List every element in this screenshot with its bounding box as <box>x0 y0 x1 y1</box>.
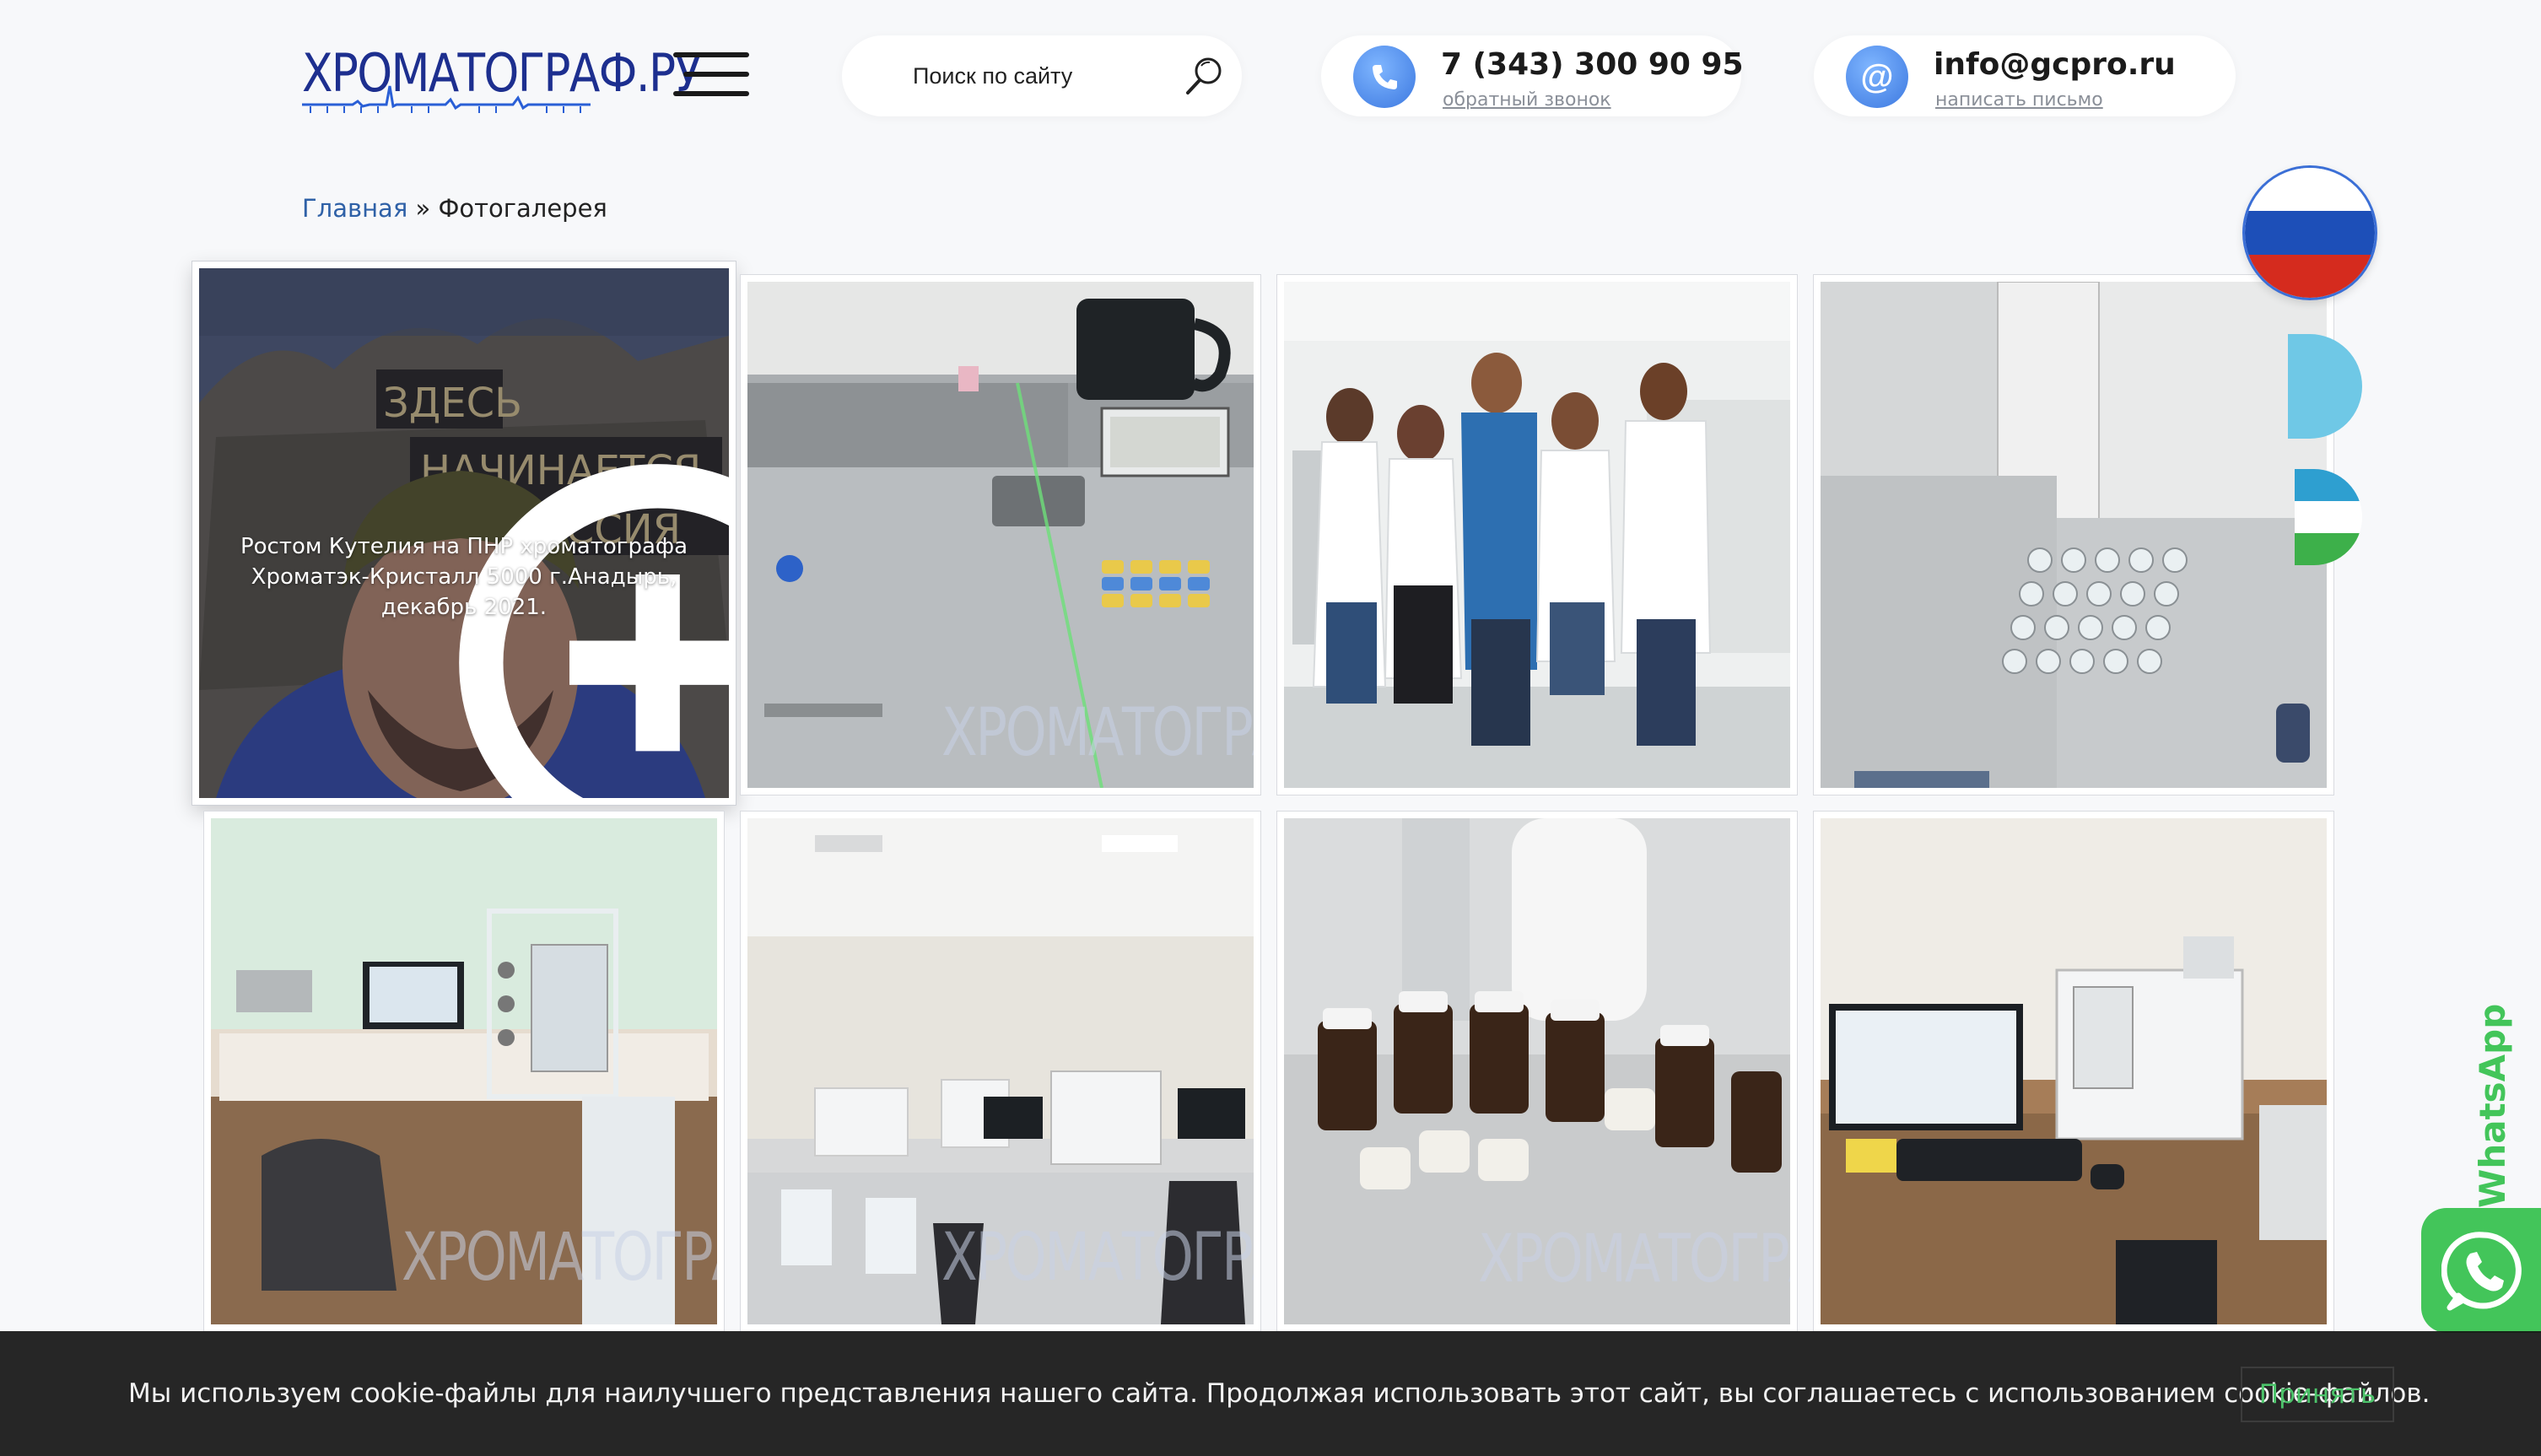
gallery-photo <box>1821 818 2327 1324</box>
gallery-item[interactable] <box>1814 812 2333 1331</box>
photo-caption: Ростом Кутелия на ПНР хроматографа Хрома… <box>240 534 688 620</box>
gallery-photo: ХРОМАТОГРАФ <box>747 282 1254 788</box>
hamburger-icon-line <box>683 72 749 77</box>
lang-ru-flag[interactable] <box>2242 165 2377 300</box>
whatsapp-button[interactable] <box>2421 1208 2541 1333</box>
phone-number[interactable]: 7 (343) 300 90 95 <box>1441 47 1744 82</box>
menu-button[interactable] <box>673 52 749 96</box>
gallery-photo: ХРОМАТОГРАФ <box>1284 818 1790 1324</box>
gallery-item[interactable] <box>1277 275 1797 795</box>
whatsapp-label-text: WhatsApp <box>2472 1003 2513 1208</box>
watermark: ХРОМАТОГРАФ <box>941 1220 1254 1296</box>
search-input[interactable] <box>913 59 1166 93</box>
cookie-banner: Мы используем cookie-файлы для наилучшег… <box>0 1331 2541 1456</box>
cookie-text: Мы используем cookie-файлы для наилучшег… <box>128 1378 2430 1409</box>
gallery-item[interactable]: ХРОМАТОГРАФ <box>741 812 1260 1331</box>
whatsapp-icon <box>2441 1232 2522 1311</box>
breadcrumb-current: Фотогалерея <box>438 194 607 223</box>
email-contact: @ info@gcpro.ru написать письмо <box>1814 35 2236 116</box>
lang-uz-flag[interactable] <box>2295 469 2362 565</box>
magnifier-icon[interactable] <box>1183 54 1227 98</box>
watermark: ХРОМАТОГРАФ <box>402 1220 717 1296</box>
gallery-photo: ХРОМАТОГРАФ <box>211 818 717 1324</box>
watermark: ХРОМАТОГРАФ <box>1478 1221 1790 1297</box>
phone-icon[interactable] <box>1353 46 1416 108</box>
breadcrumb: Главная » Фотогалерея <box>302 194 607 223</box>
gallery-photo: ХРОМАТОГРАФ <box>747 818 1254 1324</box>
lang-kz-flag[interactable] <box>2288 334 2362 439</box>
gallery-item[interactable]: ХРОМАТОГРАФ <box>1277 812 1797 1331</box>
gallery-photo <box>1284 282 1790 788</box>
hamburger-icon-line <box>673 91 749 96</box>
hamburger-icon <box>673 52 749 57</box>
logo-chromatogram-line-icon <box>302 85 591 113</box>
phone-contact: 7 (343) 300 90 95 обратный звонок <box>1321 35 1744 116</box>
whatsapp-label[interactable]: WhatsApp <box>2468 1004 2519 1208</box>
write-letter-link[interactable]: написать письмо <box>1935 89 2103 111</box>
at-icon[interactable]: @ <box>1846 46 1908 108</box>
gallery-item[interactable]: ЗДЕСЬ НАЧИНАЕТСЯ РОССИЯ Ростом Кутелия н… <box>192 262 736 805</box>
callback-link[interactable]: обратный звонок <box>1443 89 1611 111</box>
accept-cookies-button[interactable]: Принять <box>2241 1367 2394 1422</box>
breadcrumb-home-link[interactable]: Главная <box>302 194 407 223</box>
gallery-item[interactable]: ХРОМАТОГРАФ <box>204 812 724 1331</box>
gallery-photo <box>1821 282 2327 788</box>
site-logo[interactable]: ХРОМАТОГРАФ.РУ <box>302 35 702 118</box>
gallery-item[interactable]: ХРОМАТОГРАФ <box>741 275 1260 795</box>
gallery-photo: ЗДЕСЬ НАЧИНАЕТСЯ РОССИЯ Ростом Кутелия н… <box>199 268 729 798</box>
watermark: ХРОМАТОГРАФ <box>941 695 1254 771</box>
search-form <box>842 35 1242 116</box>
gallery-item[interactable] <box>1814 275 2333 795</box>
breadcrumb-separator: » <box>407 194 439 223</box>
email-address[interactable]: info@gcpro.ru <box>1934 47 2176 82</box>
